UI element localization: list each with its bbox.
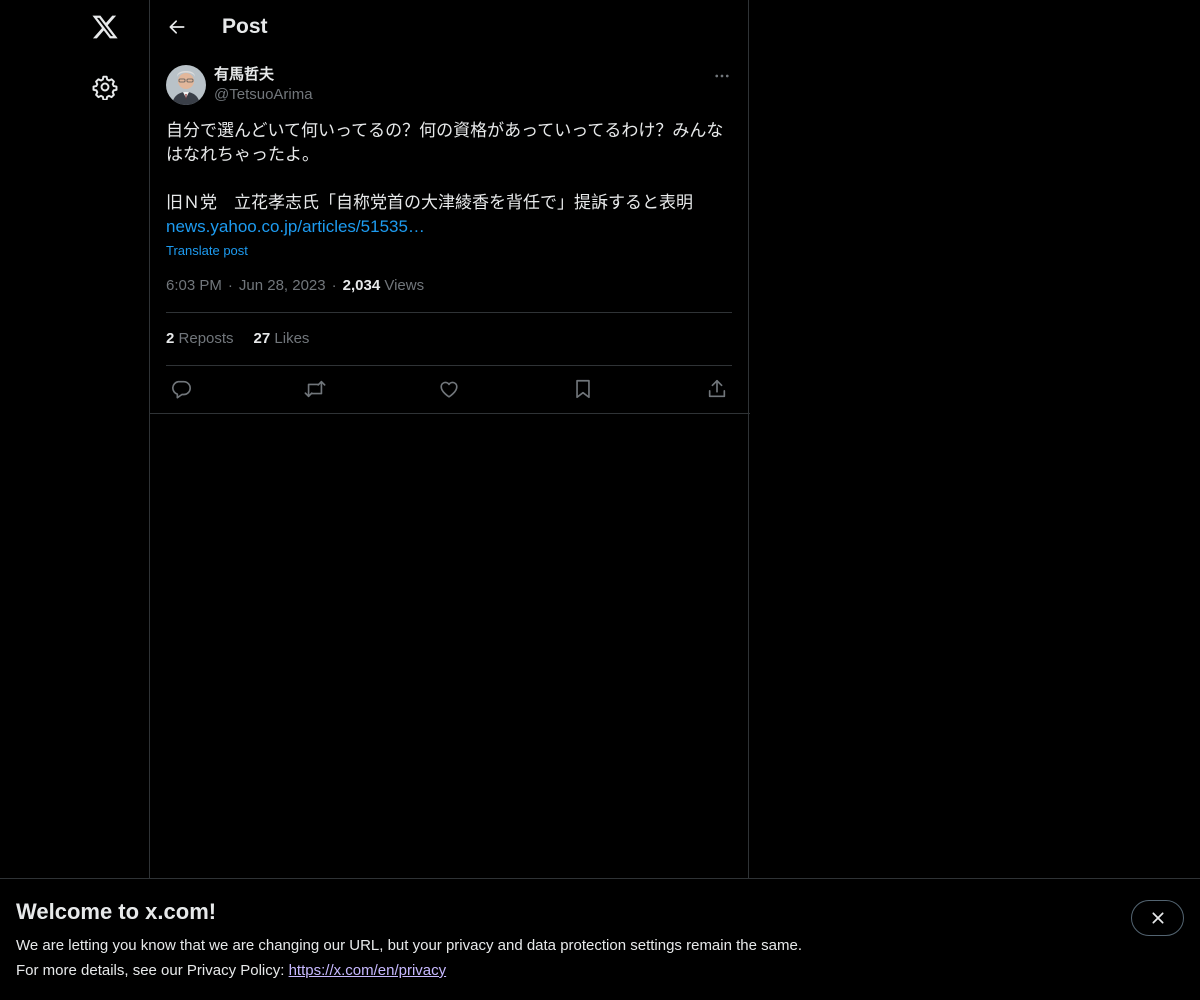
post-text-line: 自分で選んどいて何いってるの？何の資格があっていってるわけ？みんな xyxy=(166,121,724,141)
main-column: Post 有馬哲夫 @TetsuoArima 自分で選んどいて何いってるの？何の… xyxy=(149,0,750,1000)
post-meta: 6:03 PM · Jun 28, 2023 · 2,034 Views xyxy=(166,277,425,294)
likes-count: 27 xyxy=(253,330,271,347)
bookmark-button[interactable] xyxy=(570,376,596,402)
arrow-left-icon xyxy=(169,20,185,34)
author-name[interactable]: 有馬哲夫 xyxy=(214,66,274,84)
avatar[interactable] xyxy=(166,65,206,105)
post-text: 自分で選んどいて何いってるの？何の資格があっていってるわけ？みんな はなれちゃっ… xyxy=(166,119,731,239)
url-change-banner: Welcome to x.com! We are letting you kno… xyxy=(0,878,1200,1000)
reposts-label: Reposts xyxy=(178,330,234,347)
share-icon xyxy=(708,379,726,398)
back-button[interactable] xyxy=(164,14,190,40)
reply-icon xyxy=(172,380,191,399)
banner-title: Welcome to x.com! xyxy=(16,899,217,924)
divider xyxy=(166,365,732,366)
post-text-line: 旧Ｎ党 立花孝志氏「自称党首の大津綾香を背任で」提訴すると表明 xyxy=(166,193,693,213)
views-count: 2,034 xyxy=(342,277,381,294)
views-label: Views xyxy=(384,277,425,294)
banner-details-text: For more details, see our Privacy Policy… xyxy=(16,962,289,979)
engagement-stats: 2 Reposts 27 Likes xyxy=(166,329,329,349)
divider xyxy=(166,312,732,313)
action-bar xyxy=(166,376,734,402)
repost-icon xyxy=(304,380,326,398)
more-horizontal-icon xyxy=(715,74,729,78)
like-button[interactable] xyxy=(436,376,462,402)
repost-button[interactable] xyxy=(302,376,328,402)
close-icon xyxy=(1151,912,1164,924)
translate-post-link[interactable]: Translate post xyxy=(166,242,248,260)
close-banner-button[interactable] xyxy=(1131,900,1184,936)
post-text-line: はなれちゃったよ。 xyxy=(166,145,319,165)
likes-label: Likes xyxy=(274,330,310,347)
reposts-stat[interactable]: 2 Reposts xyxy=(166,330,234,347)
bookmark-icon xyxy=(576,379,590,399)
heart-icon xyxy=(440,381,458,398)
post-date[interactable]: Jun 28, 2023 xyxy=(239,277,326,294)
banner-message: We are letting you know that we are chan… xyxy=(16,937,802,954)
post-time[interactable]: 6:03 PM xyxy=(166,277,222,294)
page-title: Post xyxy=(222,15,268,38)
reposts-count: 2 xyxy=(166,330,175,347)
article-link[interactable]: news.yahoo.co.jp/articles/51535… xyxy=(166,217,425,236)
divider xyxy=(150,413,750,414)
privacy-policy-link[interactable]: https://x.com/en/privacy xyxy=(289,962,447,979)
gear-icon[interactable] xyxy=(92,74,118,101)
more-button[interactable] xyxy=(712,66,732,86)
x-logo-icon[interactable] xyxy=(91,13,119,41)
reply-button[interactable] xyxy=(168,376,194,402)
likes-stat[interactable]: 27 Likes xyxy=(254,330,310,347)
page-header: Post xyxy=(150,0,750,54)
banner-details: For more details, see our Privacy Policy… xyxy=(16,961,446,981)
author-handle[interactable]: @TetsuoArima xyxy=(214,86,313,104)
share-button[interactable] xyxy=(704,376,730,402)
left-rail xyxy=(0,0,150,1000)
